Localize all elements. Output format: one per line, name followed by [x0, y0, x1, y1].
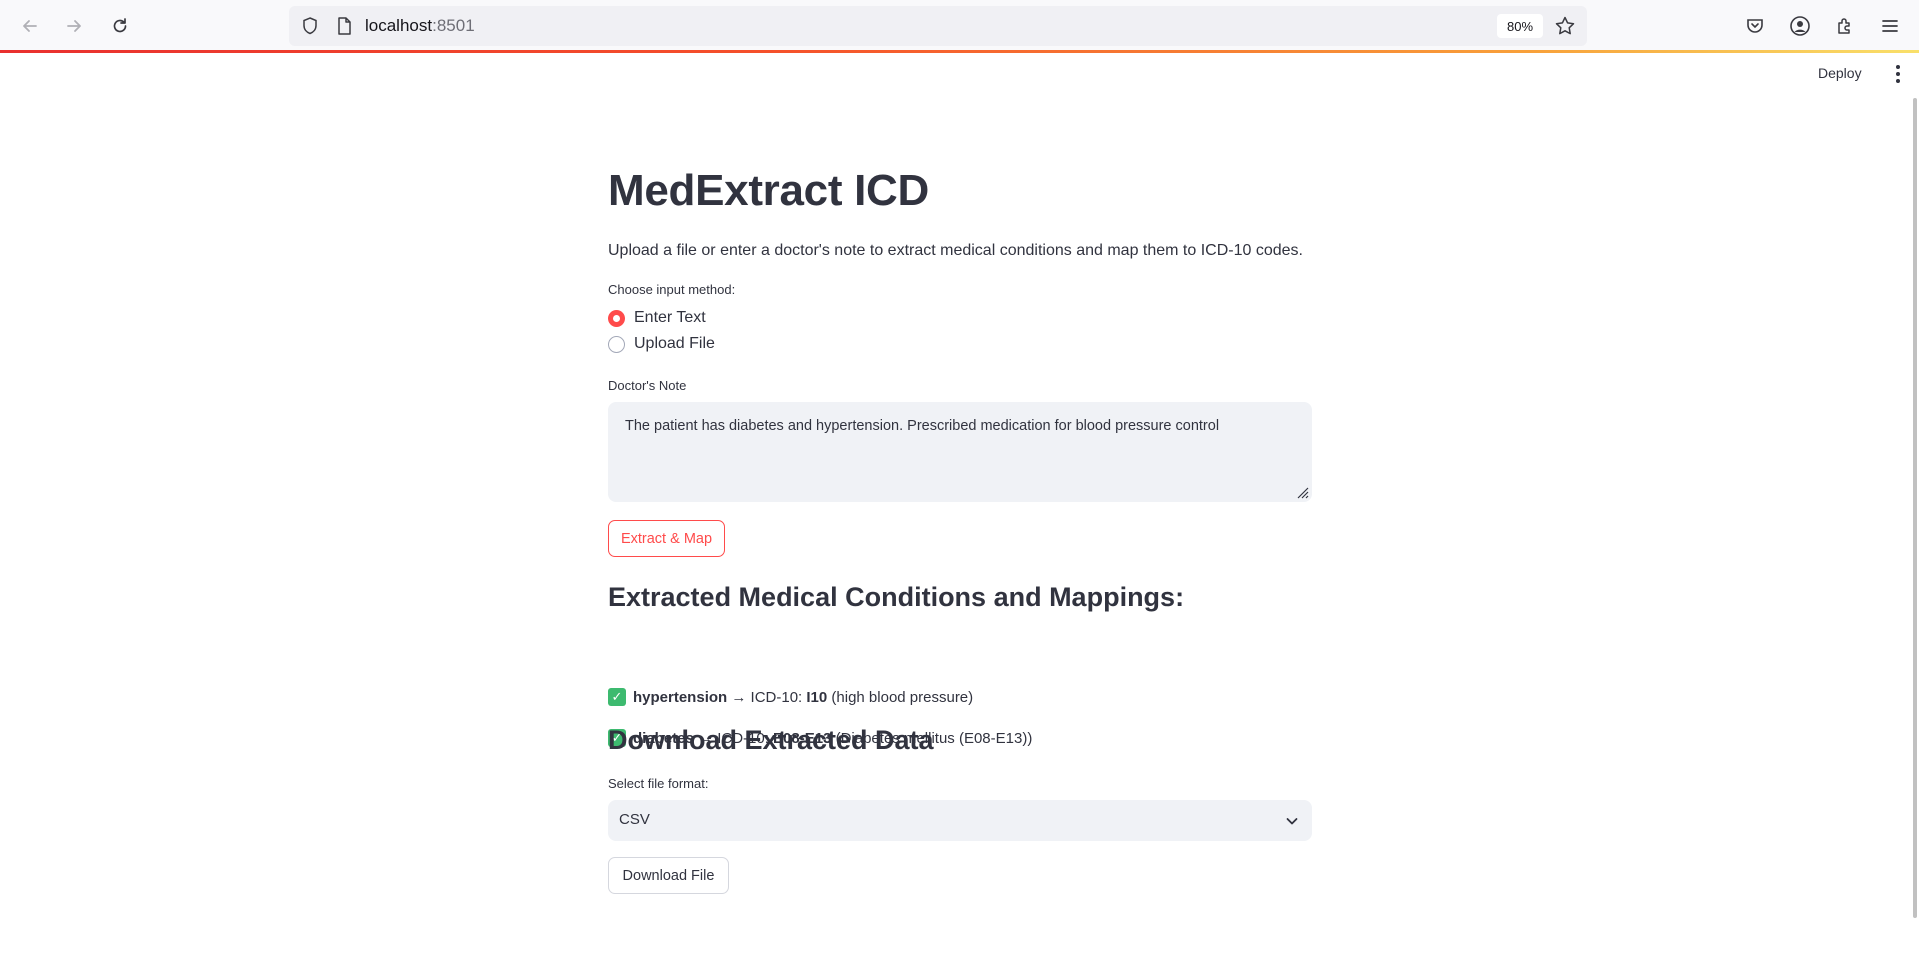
extract-map-button[interactable]: Extract & Map	[608, 520, 725, 557]
chevron-down-icon[interactable]	[1284, 813, 1300, 829]
radio-label: Enter Text	[634, 309, 706, 326]
kebab-menu-icon[interactable]	[1888, 63, 1908, 85]
file-format-select[interactable]: CSV	[608, 800, 1312, 841]
extensions-icon	[1838, 18, 1850, 34]
page-title: MedExtract ICD	[608, 166, 929, 215]
forward-arrow-icon	[67, 20, 81, 32]
radio-label: Upload File	[634, 335, 715, 352]
select-value: CSV	[619, 811, 650, 828]
app-menu-button[interactable]	[1876, 12, 1904, 40]
check-icon: ✓	[608, 688, 626, 706]
icd-code: I10	[806, 688, 828, 706]
zoom-badge[interactable]: 80%	[1497, 14, 1543, 38]
star-icon[interactable]	[1553, 14, 1577, 38]
condition-name: hypertension	[633, 688, 728, 706]
reload-button[interactable]	[104, 10, 136, 42]
doctors-note-label: Doctor's Note	[608, 378, 687, 393]
page-subtitle: Upload a file or enter a doctor's note t…	[608, 242, 1303, 259]
pocket-icon	[1747, 19, 1763, 33]
browser-toolbar: localhost:8501 80%	[0, 0, 1919, 53]
url-bar[interactable]: localhost:8501 80%	[289, 6, 1587, 46]
result-item-hypertension: ✓ hypertension → ICD-10: I10 (high blood…	[608, 688, 973, 706]
radio-unselected-icon[interactable]	[608, 335, 625, 353]
account-button[interactable]	[1786, 12, 1814, 40]
back-arrow-icon	[23, 20, 37, 32]
results-heading: Extracted Medical Conditions and Mapping…	[608, 582, 1185, 612]
reload-icon	[113, 18, 127, 33]
extensions-button[interactable]	[1831, 12, 1859, 40]
radio-enter-text[interactable]: Enter Text	[608, 309, 706, 327]
radio-selected-icon[interactable]	[608, 309, 625, 327]
page-scrollbar[interactable]	[1913, 98, 1917, 918]
textarea-value: The patient has diabetes and hypertensio…	[625, 418, 1220, 434]
file-format-label: Select file format:	[608, 776, 709, 791]
url-text[interactable]: localhost:8501	[365, 16, 475, 36]
page-icon[interactable]	[333, 15, 355, 37]
download-heading: Download Extracted Data	[608, 725, 934, 755]
menu-icon	[1882, 20, 1898, 32]
download-file-button[interactable]: Download File	[608, 857, 729, 894]
account-icon	[1790, 16, 1810, 36]
app-viewport: Deploy MedExtract ICD Upload a file or e…	[0, 53, 1919, 957]
shield-icon[interactable]	[299, 15, 321, 37]
url-port: :8501	[432, 16, 475, 35]
forward-button[interactable]	[58, 10, 90, 42]
icd-prefix: → ICD-10:	[727, 688, 807, 706]
url-host: localhost	[365, 16, 433, 35]
input-method-label: Choose input method:	[608, 282, 736, 297]
radio-upload-file[interactable]: Upload File	[608, 335, 715, 353]
doctors-note-textarea[interactable]: The patient has diabetes and hypertensio…	[608, 402, 1312, 502]
back-button[interactable]	[14, 10, 46, 42]
icd-description: (high blood pressure)	[827, 688, 974, 706]
deploy-button[interactable]: Deploy	[1818, 65, 1862, 81]
resize-grip-icon[interactable]	[1295, 485, 1309, 499]
pocket-button[interactable]	[1741, 12, 1769, 40]
